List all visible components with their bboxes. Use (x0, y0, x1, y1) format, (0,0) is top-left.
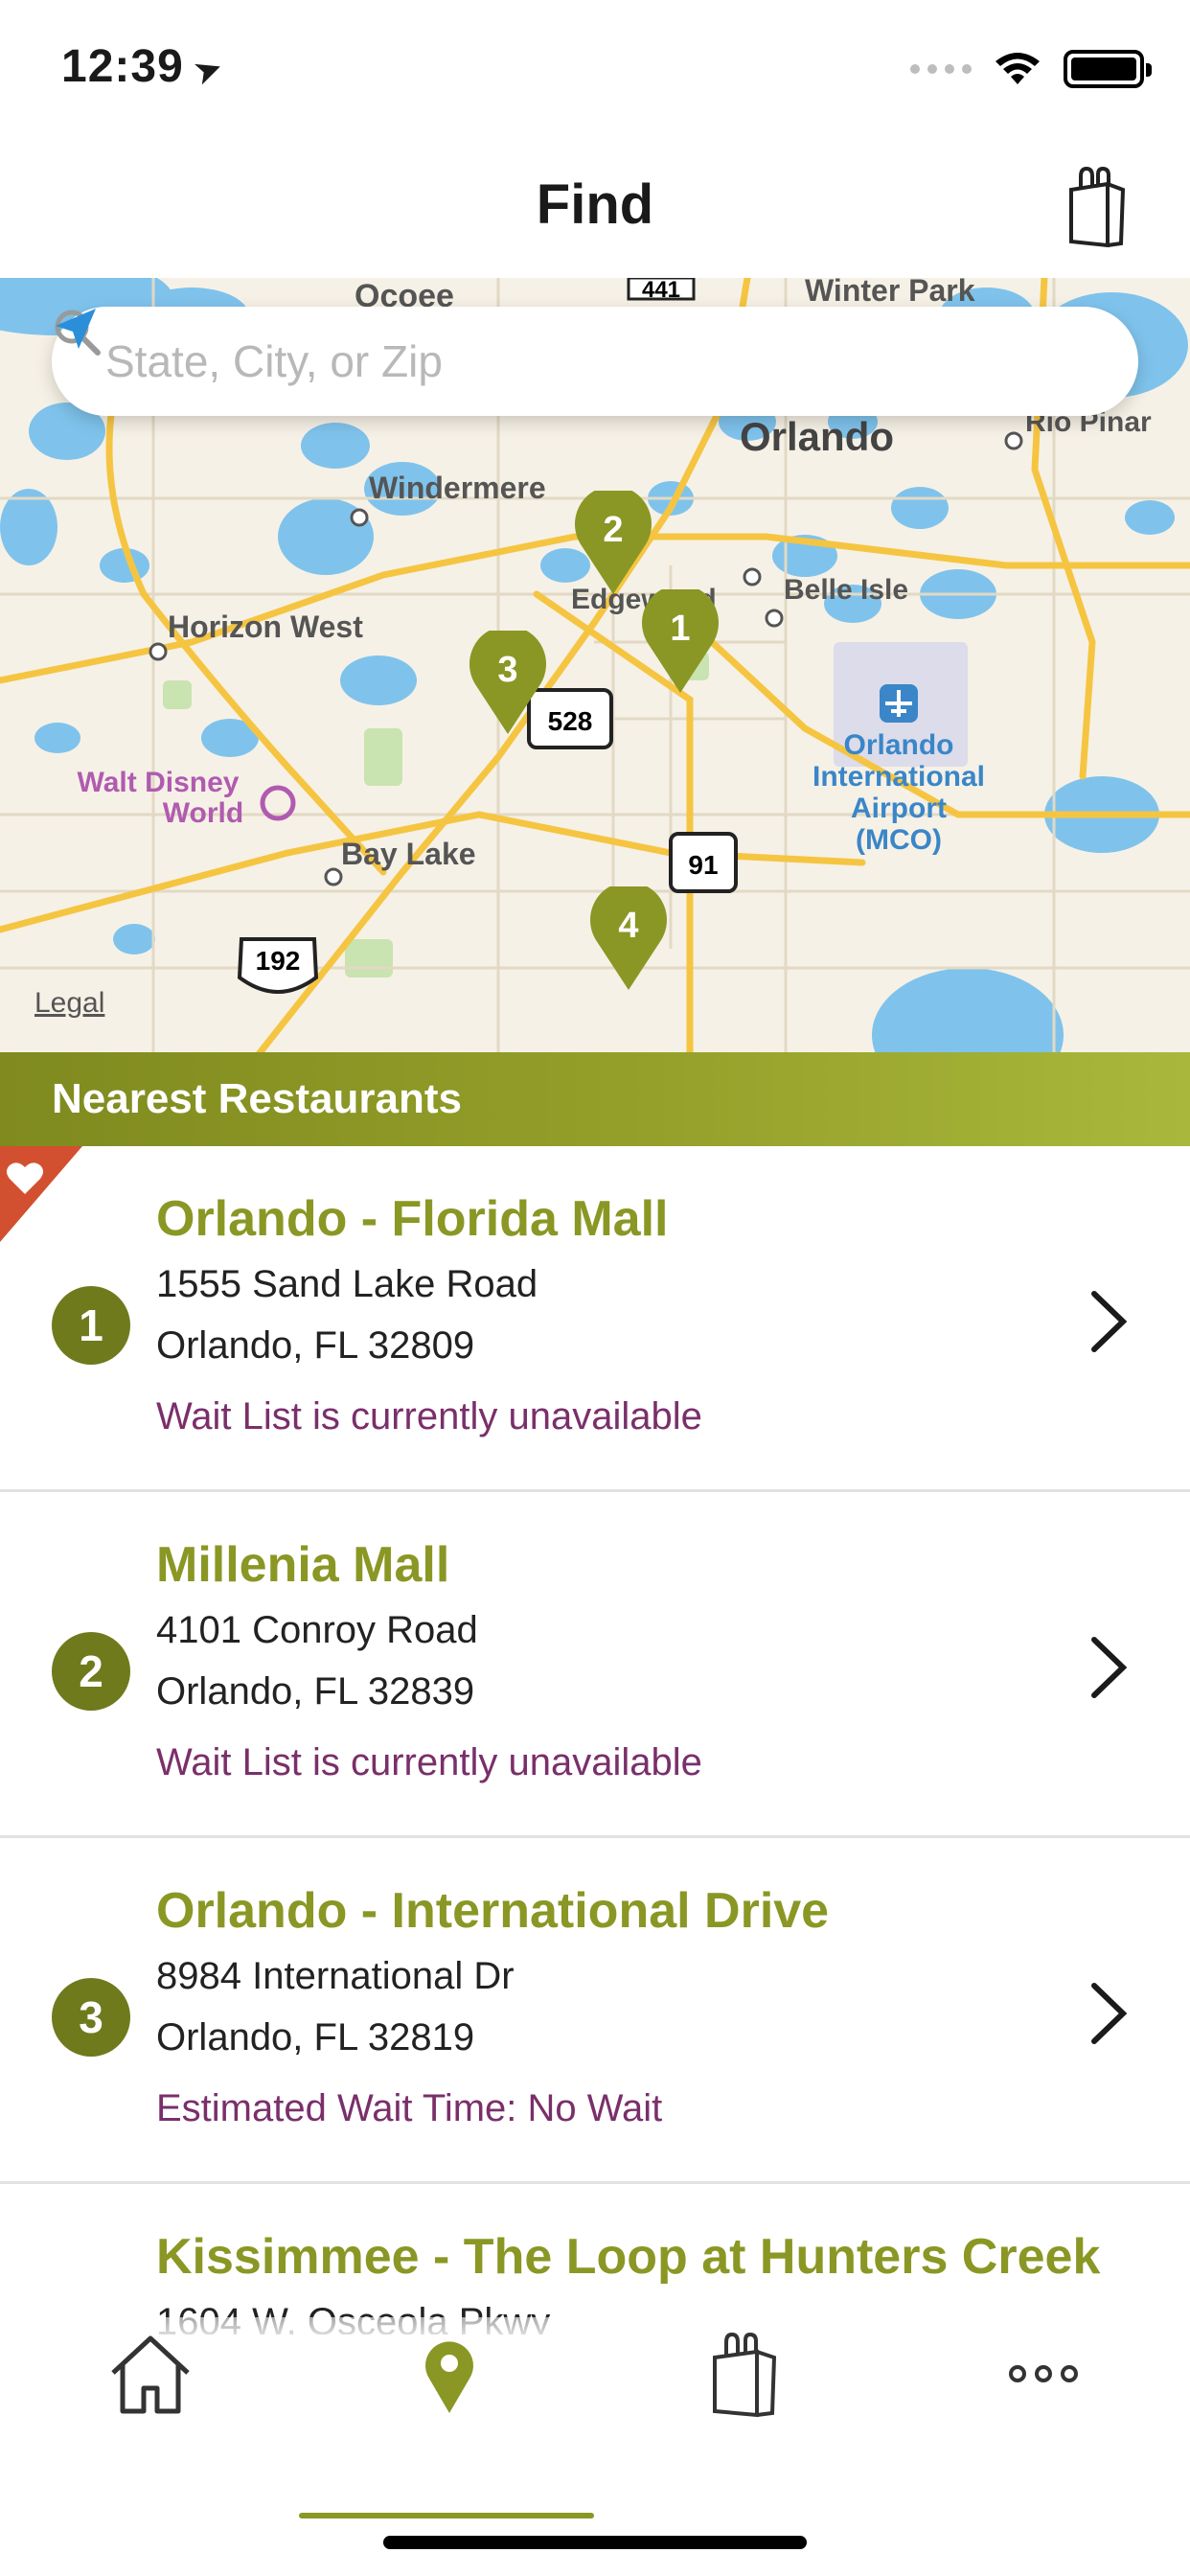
nearest-restaurants-header: Nearest Restaurants (0, 1052, 1190, 1146)
restaurant-wait-status: Estimated Wait Time: No Wait (156, 2087, 663, 2129)
nav-bar: Find (0, 134, 1190, 278)
restaurant-number-badge: 2 (52, 1632, 130, 1711)
map-pin[interactable]: 2 (573, 491, 653, 596)
svg-text:Bay Lake: Bay Lake (341, 837, 476, 871)
cellular-signal-icon (910, 64, 972, 74)
restaurant-number-badge: 3 (52, 1978, 130, 2057)
restaurant-address-line2: Orlando, FL 32839 (156, 1670, 475, 1713)
shopping-bag-icon[interactable] (701, 2331, 788, 2417)
restaurant-name: Kissimmee - The Loop at Hunters Creek (156, 2229, 1101, 2285)
home-icon[interactable] (107, 2331, 194, 2417)
search-input[interactable] (105, 335, 1100, 387)
location-pin-icon[interactable] (406, 2331, 492, 2417)
restaurant-name: Millenia Mall (156, 1537, 450, 1593)
active-tab-indicator (299, 2513, 594, 2518)
current-location-icon[interactable] (52, 307, 98, 353)
favorite-heart-icon (0, 1146, 82, 1242)
svg-text:528: 528 (548, 706, 593, 736)
restaurant-wait-status: Wait List is currently unavailable (156, 1741, 702, 1783)
restaurant-address-line2: Orlando, FL 32809 (156, 1324, 475, 1367)
restaurant-row[interactable]: 2 Millenia Mall 4101 Conroy Road Orlando… (0, 1492, 1190, 1838)
restaurant-address-line1: 4101 Conroy Road (156, 1609, 478, 1651)
restaurant-number-badge: 1 (52, 1286, 130, 1365)
chevron-right-icon[interactable] (1088, 1980, 1131, 2047)
svg-text:Windermere: Windermere (369, 471, 546, 505)
chevron-right-icon[interactable] (1088, 1634, 1131, 1701)
svg-text:World: World (163, 797, 243, 829)
svg-text:(MCO): (MCO) (856, 824, 942, 856)
location-arrow-icon: ➤ (187, 45, 229, 94)
status-icons (910, 50, 1152, 88)
restaurant-name: Orlando - International Drive (156, 1883, 830, 1939)
search-bar[interactable] (52, 307, 1138, 416)
restaurant-wait-status: Wait List is currently unavailable (156, 1395, 702, 1438)
map-view[interactable]: Ocoee Winter Park Orlando Rio Pinar Wind… (0, 278, 1190, 1054)
svg-text:Walt Disney: Walt Disney (78, 767, 240, 798)
map-legal-link[interactable]: Legal (34, 987, 104, 1020)
restaurant-row[interactable]: 3 Orlando - International Drive 8984 Int… (0, 1838, 1190, 2184)
svg-text:Belle Isle: Belle Isle (784, 574, 908, 606)
status-bar: 12:39 ➤ (0, 0, 1190, 134)
svg-text:192: 192 (256, 946, 301, 976)
more-dots-icon[interactable] (1000, 2331, 1087, 2417)
svg-text:International: International (812, 761, 985, 793)
map-pin[interactable]: 4 (588, 886, 669, 992)
restaurant-row[interactable]: 1 Orlando - Florida Mall 1555 Sand Lake … (0, 1146, 1190, 1492)
shopping-bag-icon[interactable] (1065, 167, 1127, 247)
svg-text:441: 441 (642, 278, 680, 303)
wifi-icon (995, 53, 1040, 84)
restaurant-row[interactable]: 4 Kissimmee - The Loop at Hunters Creek … (0, 2184, 1190, 2334)
map-pin[interactable]: 3 (468, 631, 548, 736)
svg-text:Orlando: Orlando (740, 414, 894, 459)
chevron-right-icon[interactable] (1088, 1288, 1131, 1355)
restaurant-name: Orlando - Florida Mall (156, 1191, 669, 1247)
restaurant-address-line1: 8984 International Dr (156, 1955, 515, 1997)
svg-text:Winter Park: Winter Park (805, 278, 975, 308)
status-time: 12:39 ➤ (61, 41, 229, 94)
map-pin[interactable]: 1 (640, 589, 721, 695)
page-title: Find (536, 173, 654, 236)
svg-text:Orlando: Orlando (843, 729, 953, 761)
restaurant-list[interactable]: 1 Orlando - Florida Mall 1555 Sand Lake … (0, 1146, 1190, 2334)
svg-text:91: 91 (688, 850, 718, 880)
battery-icon (1064, 50, 1152, 88)
home-indicator[interactable] (383, 2536, 807, 2549)
restaurant-address-line1: 1555 Sand Lake Road (156, 1263, 538, 1305)
svg-text:Horizon West: Horizon West (168, 610, 363, 644)
svg-text:Airport: Airport (851, 793, 947, 824)
restaurant-address-line2: Orlando, FL 32819 (156, 2016, 475, 2058)
